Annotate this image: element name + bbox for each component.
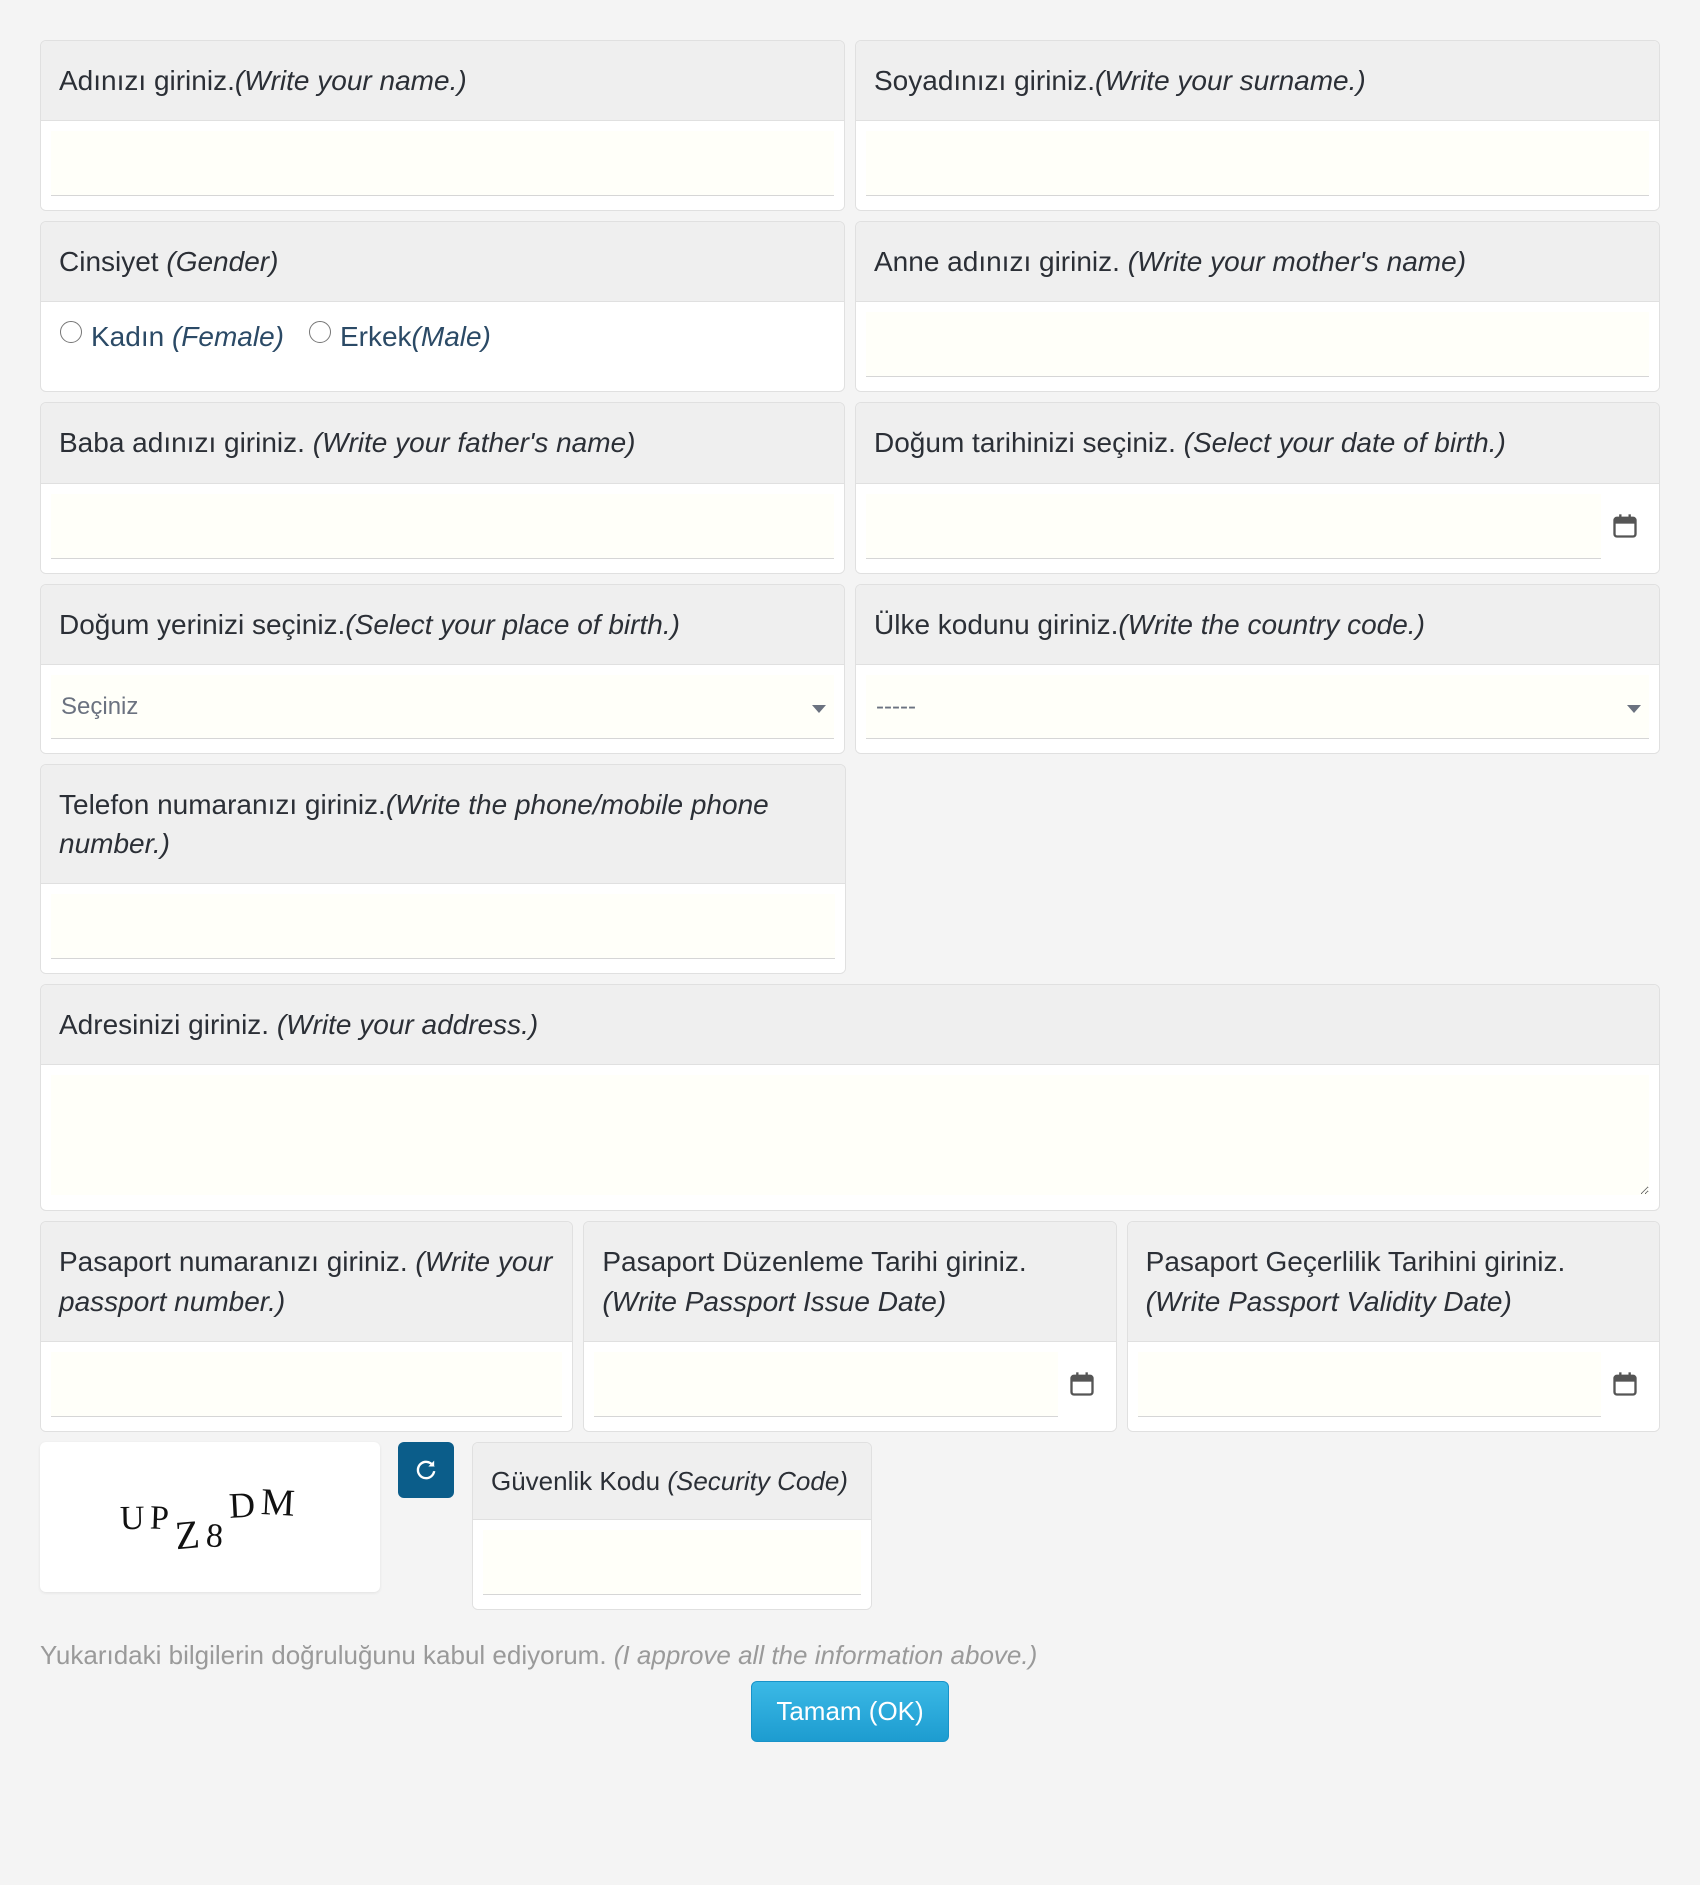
pob-field-group: Doğum yerinizi seçiniz.(Select your plac… — [40, 584, 845, 754]
passport-issue-label: Pasaport Düzenleme Tarihi giriniz. (Writ… — [584, 1222, 1115, 1341]
father-input[interactable] — [51, 494, 834, 559]
name-label-tr: Adınızı giriniz. — [59, 65, 235, 96]
country-label: Ülke kodunu giriniz.(Write the country c… — [856, 585, 1659, 665]
dob-input[interactable] — [866, 494, 1601, 559]
dob-label: Doğum tarihinizi seçiniz. (Select your d… — [856, 403, 1659, 483]
submit-button[interactable]: Tamam (OK) — [751, 1681, 948, 1742]
captcha-refresh-button[interactable] — [398, 1442, 454, 1498]
address-textarea[interactable] — [51, 1075, 1649, 1195]
pob-select[interactable]: Seçiniz — [51, 675, 834, 739]
refresh-icon — [412, 1456, 440, 1484]
country-select[interactable]: ----- — [866, 675, 1649, 739]
gender-female-radio[interactable] — [60, 321, 82, 343]
passport-valid-label-en: (Write Passport Validity Date) — [1146, 1286, 1512, 1317]
father-label-tr: Baba adınızı giriniz. — [59, 427, 313, 458]
gender-label-tr: Cinsiyet — [59, 246, 166, 277]
captcha-char: Z — [173, 1510, 207, 1559]
father-label: Baba adınızı giriniz. (Write your father… — [41, 403, 844, 483]
name-label: Adınızı giriniz.(Write your name.) — [41, 41, 844, 121]
approve-statement: Yukarıdaki bilgilerin doğruluğunu kabul … — [40, 1640, 1660, 1671]
security-code-label: Güvenlik Kodu (Security Code) — [473, 1443, 871, 1520]
passport-valid-label-tr: Pasaport Geçerlilik Tarihini giriniz. — [1146, 1246, 1566, 1277]
mother-field-group: Anne adınızı giriniz. (Write your mother… — [855, 221, 1660, 392]
mother-label-tr: Anne adınızı giriniz. — [874, 246, 1128, 277]
address-field-group: Adresinizi giriniz. (Write your address.… — [40, 984, 1660, 1211]
captcha-char: 8 — [204, 1517, 230, 1557]
passport-no-label-tr: Pasaport numaranızı giriniz. — [59, 1246, 415, 1277]
surname-label-tr: Soyadınızı giriniz. — [874, 65, 1095, 96]
mother-label: Anne adınızı giriniz. (Write your mother… — [856, 222, 1659, 302]
dob-label-tr: Doğum tarihinizi seçiniz. — [874, 427, 1184, 458]
calendar-icon[interactable] — [1068, 1370, 1096, 1398]
surname-label: Soyadınızı giriniz.(Write your surname.) — [856, 41, 1659, 121]
surname-input[interactable] — [866, 131, 1649, 196]
captcha-char: P — [150, 1499, 176, 1538]
calendar-icon[interactable] — [1611, 1370, 1639, 1398]
security-code-label-en: (Security Code) — [667, 1466, 848, 1496]
surname-label-en: (Write your surname.) — [1095, 65, 1366, 96]
captcha-char: D — [227, 1483, 261, 1527]
country-label-en: (Write the country code.) — [1118, 609, 1425, 640]
father-label-en: (Write your father's name) — [313, 427, 636, 458]
father-field-group: Baba adınızı giriniz. (Write your father… — [40, 402, 845, 573]
pob-label: Doğum yerinizi seçiniz.(Select your plac… — [41, 585, 844, 665]
gender-male-tr: Erkek — [340, 321, 412, 352]
phone-input[interactable] — [51, 894, 835, 959]
gender-female-en: (Female) — [172, 321, 284, 352]
pob-label-en: (Select your place of birth.) — [345, 609, 680, 640]
pob-label-tr: Doğum yerinizi seçiniz. — [59, 609, 345, 640]
gender-male-radio[interactable] — [309, 321, 331, 343]
gender-field-group: Cinsiyet (Gender) Kadın (Female) Erkek(M… — [40, 221, 845, 392]
captcha-char: M — [259, 1480, 301, 1526]
empty-cell — [856, 764, 1660, 974]
approve-en: (I approve all the information above.) — [614, 1640, 1037, 1670]
country-label-tr: Ülke kodunu giriniz. — [874, 609, 1118, 640]
mother-label-en: (Write your mother's name) — [1128, 246, 1466, 277]
approve-tr: Yukarıdaki bilgilerin doğruluğunu kabul … — [40, 1640, 614, 1670]
address-label-tr: Adresinizi giriniz. — [59, 1009, 277, 1040]
country-field-group: Ülke kodunu giriniz.(Write the country c… — [855, 584, 1660, 754]
gender-female-tr: Kadın — [91, 321, 172, 352]
captcha-char: U — [119, 1499, 150, 1538]
passport-issue-input[interactable] — [594, 1352, 1057, 1417]
phone-label: Telefon numaranızı giriniz.(Write the ph… — [41, 765, 845, 884]
security-code-label-tr: Güvenlik Kodu — [491, 1466, 667, 1496]
phone-field-group: Telefon numaranızı giriniz.(Write the ph… — [40, 764, 846, 974]
passport-no-label: Pasaport numaranızı giriniz. (Write your… — [41, 1222, 572, 1341]
gender-label-en: (Gender) — [166, 246, 278, 277]
security-code-field-group: Güvenlik Kodu (Security Code) — [472, 1442, 872, 1610]
name-field-group: Adınızı giriniz.(Write your name.) — [40, 40, 845, 211]
passport-no-input[interactable] — [51, 1352, 562, 1417]
captcha-image: U P Z 8 D M — [40, 1442, 380, 1592]
address-label-en: (Write your address.) — [277, 1009, 538, 1040]
name-label-en: (Write your name.) — [235, 65, 467, 96]
gender-male-en: (Male) — [412, 321, 491, 352]
gender-female-option[interactable]: Kadın (Female) — [55, 318, 284, 353]
dob-field-group: Doğum tarihinizi seçiniz. (Select your d… — [855, 402, 1660, 573]
gender-male-option[interactable]: Erkek(Male) — [304, 318, 491, 353]
passport-no-field-group: Pasaport numaranızı giriniz. (Write your… — [40, 1221, 573, 1431]
surname-field-group: Soyadınızı giriniz.(Write your surname.) — [855, 40, 1660, 211]
dob-label-en: (Select your date of birth.) — [1184, 427, 1506, 458]
gender-label: Cinsiyet (Gender) — [41, 222, 844, 302]
passport-valid-label: Pasaport Geçerlilik Tarihini giriniz. (W… — [1128, 1222, 1659, 1341]
passport-issue-field-group: Pasaport Düzenleme Tarihi giriniz. (Writ… — [583, 1221, 1116, 1431]
security-code-input[interactable] — [483, 1530, 861, 1595]
passport-valid-input[interactable] — [1138, 1352, 1601, 1417]
address-label: Adresinizi giriniz. (Write your address.… — [41, 985, 1659, 1065]
passport-issue-label-tr: Pasaport Düzenleme Tarihi giriniz. — [602, 1246, 1026, 1277]
passport-valid-field-group: Pasaport Geçerlilik Tarihini giriniz. (W… — [1127, 1221, 1660, 1431]
passport-issue-label-en: (Write Passport Issue Date) — [602, 1286, 946, 1317]
phone-label-tr: Telefon numaranızı giriniz. — [59, 789, 386, 820]
mother-input[interactable] — [866, 312, 1649, 377]
name-input[interactable] — [51, 131, 834, 196]
calendar-icon[interactable] — [1611, 512, 1639, 540]
